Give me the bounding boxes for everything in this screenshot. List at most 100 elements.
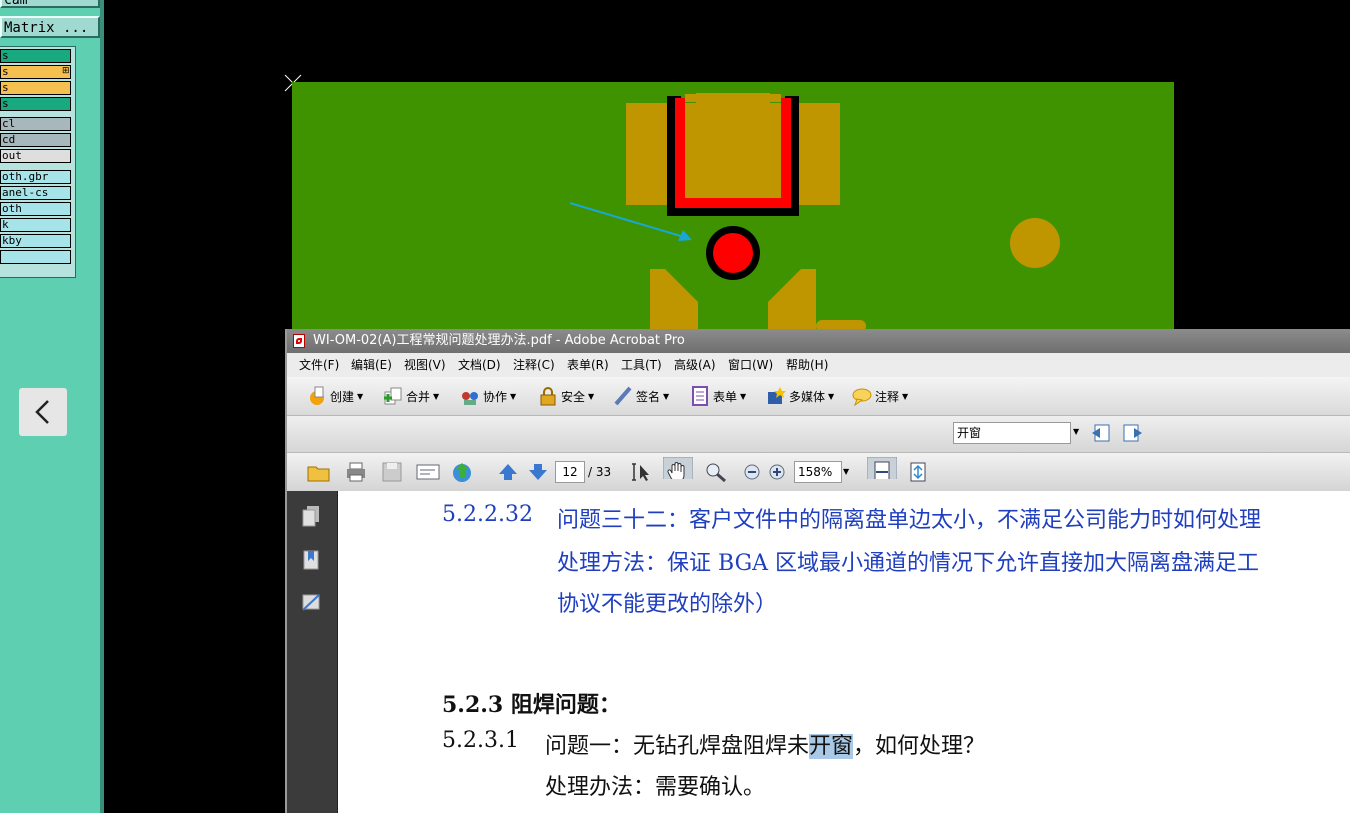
create-label: 创建 bbox=[330, 389, 355, 404]
comment-label: 注释 bbox=[875, 389, 900, 404]
answer-continuation: 协议不能更改的除外） bbox=[557, 592, 778, 617]
zoom-out-icon[interactable] bbox=[743, 461, 761, 483]
section-heading: 5.2.3 阻焊问题： bbox=[442, 692, 621, 718]
layer-row[interactable]: s bbox=[0, 65, 71, 79]
signatures-icon[interactable] bbox=[301, 591, 321, 613]
forms-button[interactable]: 表单 ▼ bbox=[690, 383, 746, 409]
select-tool-icon[interactable] bbox=[630, 461, 652, 483]
pen-icon bbox=[614, 386, 632, 406]
create-icon bbox=[310, 386, 324, 405]
multimedia-label: 多媒体 bbox=[789, 389, 826, 404]
find-previous-icon[interactable] bbox=[1090, 423, 1112, 443]
web-upload-icon[interactable] bbox=[451, 461, 475, 483]
create-button[interactable]: 创建 ▼ bbox=[307, 383, 363, 409]
layer-row[interactable]: s bbox=[0, 81, 71, 95]
pcb-canvas[interactable] bbox=[292, 82, 1174, 332]
bookmarks-icon[interactable] bbox=[301, 549, 321, 571]
combine-button[interactable]: 合并 ▼ bbox=[383, 383, 439, 409]
question-prefix: 问题一：无钻孔焊盘阻焊未 bbox=[545, 734, 810, 759]
layer-row[interactable]: k bbox=[0, 218, 71, 232]
layer-list: s s ⊞ s s cl cd out oth.gbr anel-cs oth k kby bbox=[0, 46, 76, 278]
menu-tools[interactable]: 工具(T) bbox=[621, 353, 662, 377]
menu-help[interactable]: 帮助(H) bbox=[786, 353, 828, 377]
section-number: 5.2.2.32 bbox=[442, 502, 533, 527]
cam-title-button[interactable]: cam bbox=[0, 0, 100, 8]
secure-label: 安全 bbox=[561, 389, 586, 404]
form-icon bbox=[692, 386, 708, 406]
email-icon[interactable] bbox=[415, 461, 441, 483]
pad-left-bottom bbox=[650, 269, 698, 332]
menu-view[interactable]: 视图(V) bbox=[404, 353, 446, 377]
navigation-pane bbox=[287, 491, 338, 813]
question-text: 问题三十二：客户文件中的隔离盘单边太小，不满足公司能力时如何处理 bbox=[557, 508, 1262, 533]
matrix-button[interactable]: Matrix ... bbox=[0, 16, 100, 38]
zoom-in-icon[interactable] bbox=[768, 461, 786, 483]
layer-row[interactable] bbox=[0, 250, 71, 264]
previous-button[interactable] bbox=[19, 388, 67, 436]
page-number-input[interactable]: 12 bbox=[555, 461, 585, 483]
layer-row[interactable]: s bbox=[0, 97, 71, 111]
comment-icon bbox=[852, 388, 872, 406]
expand-icon[interactable]: ⊞ bbox=[62, 66, 70, 76]
page-total: / 33 bbox=[588, 465, 612, 479]
find-toolbar bbox=[287, 416, 1350, 453]
sign-button[interactable]: 签名 ▼ bbox=[613, 383, 669, 409]
collaborate-button[interactable]: 协作 ▼ bbox=[460, 383, 516, 409]
layer-row[interactable]: anel-cs bbox=[0, 186, 71, 200]
layer-row[interactable]: s bbox=[0, 49, 71, 63]
menu-edit[interactable]: 编辑(E) bbox=[351, 353, 392, 377]
find-next-icon[interactable] bbox=[1122, 423, 1144, 443]
title-bar[interactable]: WI-OM-02(A)工程常规问题处理办法.pdf - Adobe Acroba… bbox=[287, 329, 1350, 353]
document-view[interactable]: 5.2.2.32 问题三十二：客户文件中的隔离盘单边太小，不满足公司能力时如何处… bbox=[338, 491, 1350, 813]
layer-row[interactable]: oth bbox=[0, 202, 71, 216]
window-title: WI-OM-02(A)工程常规问题处理办法.pdf - Adobe Acroba… bbox=[313, 333, 685, 348]
fit-page-icon[interactable] bbox=[907, 461, 929, 483]
menu-advanced[interactable]: 高级(A) bbox=[674, 353, 716, 377]
print-icon[interactable] bbox=[345, 461, 367, 483]
forms-label: 表单 bbox=[713, 389, 738, 404]
save-icon[interactable] bbox=[381, 461, 403, 483]
layer-row[interactable]: out bbox=[0, 149, 71, 163]
menu-forms[interactable]: 表单(R) bbox=[567, 353, 609, 377]
find-input[interactable]: 开窗 bbox=[953, 422, 1071, 444]
page-toolbar: 12 / 33 158% ▼ bbox=[287, 453, 1350, 492]
previous-page-icon[interactable] bbox=[497, 461, 519, 483]
layer-row[interactable]: cd bbox=[0, 133, 71, 147]
pdf-app-icon bbox=[293, 334, 305, 348]
layer-row[interactable]: cl bbox=[0, 117, 71, 131]
zoom-input[interactable]: 158% bbox=[794, 461, 842, 483]
open-folder-icon[interactable] bbox=[307, 461, 331, 483]
zoom-dropdown-icon[interactable]: ▼ bbox=[843, 461, 849, 483]
fit-width-icon[interactable] bbox=[867, 457, 897, 479]
layer-row[interactable]: kby bbox=[0, 234, 71, 248]
menu-bar: 文件(F) 编辑(E) 视图(V) 文档(D) 注释(C) 表单(R) 工具(T… bbox=[287, 353, 1350, 378]
collaborate-icon bbox=[462, 392, 478, 405]
pages-icon[interactable] bbox=[301, 505, 321, 527]
acrobat-window: WI-OM-02(A)工程常规问题处理办法.pdf - Adobe Acroba… bbox=[285, 329, 1350, 813]
combine-label: 合并 bbox=[406, 389, 431, 404]
secure-button[interactable]: 安全 ▼ bbox=[538, 383, 594, 409]
multimedia-button[interactable]: 多媒体 ▼ bbox=[766, 383, 834, 409]
multimedia-icon bbox=[768, 387, 786, 404]
collaborate-label: 协作 bbox=[483, 389, 508, 404]
hand-tool-icon[interactable] bbox=[663, 457, 693, 479]
subsection-number: 5.2.3.1 bbox=[442, 728, 519, 753]
menu-comments[interactable]: 注释(C) bbox=[513, 353, 555, 377]
find-dropdown-icon[interactable]: ▼ bbox=[1073, 427, 1079, 436]
round-pad bbox=[1010, 218, 1060, 268]
pad-large bbox=[626, 103, 840, 205]
layer-row[interactable]: oth.gbr bbox=[0, 170, 71, 184]
panel-divider bbox=[100, 0, 104, 813]
pcb-drawing bbox=[569, 93, 1060, 332]
menu-file[interactable]: 文件(F) bbox=[299, 353, 339, 377]
pointer-arrow bbox=[569, 202, 685, 238]
next-page-icon[interactable] bbox=[527, 461, 549, 483]
answer-text: 处理方法：保证 BGA 区域最小通道的情况下允许直接加大隔离盘满足工 bbox=[557, 551, 1260, 576]
menu-document[interactable]: 文档(D) bbox=[458, 353, 501, 377]
menu-window[interactable]: 窗口(W) bbox=[728, 353, 773, 377]
comment-button[interactable]: 注释 ▼ bbox=[852, 383, 908, 409]
zoom-tool-icon[interactable] bbox=[704, 461, 728, 483]
search-highlight: 开窗 bbox=[809, 734, 854, 759]
pad-right-bottom bbox=[768, 269, 816, 332]
lock-icon bbox=[540, 387, 556, 406]
